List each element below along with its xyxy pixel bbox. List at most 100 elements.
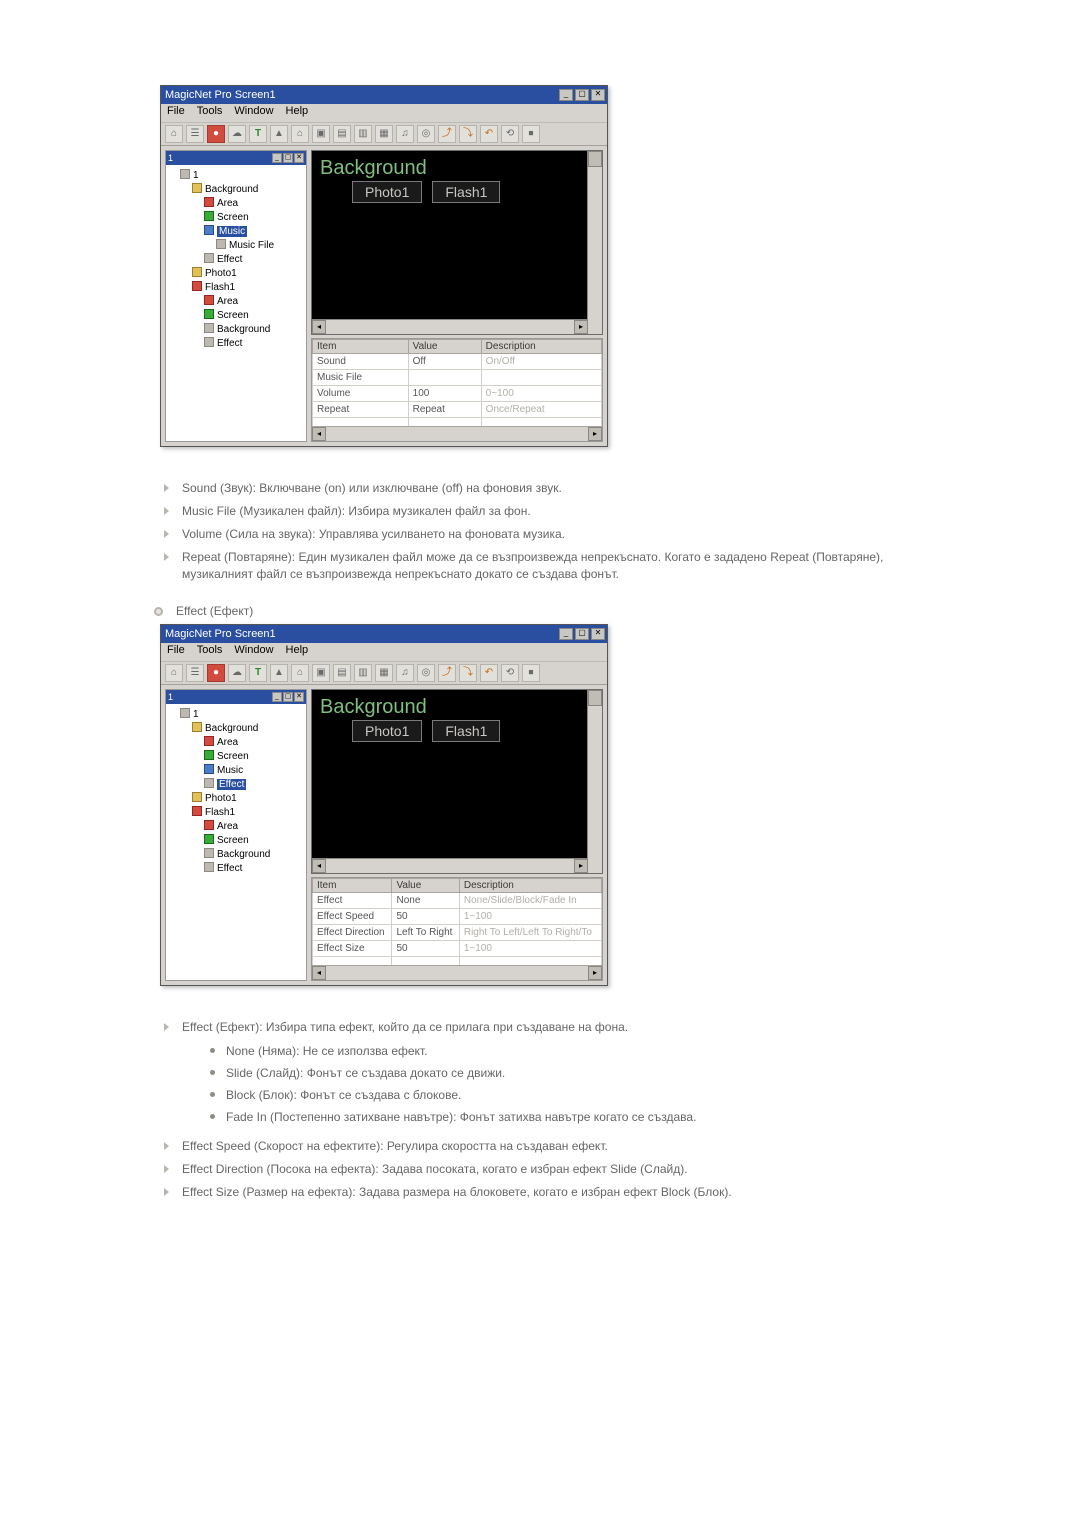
minimize-icon[interactable]: _ [559, 628, 573, 640]
toolbar-icon[interactable]: ☰ [186, 125, 204, 143]
toolbar-icon[interactable]: ▦ [375, 125, 393, 143]
toolbar-stop-icon[interactable]: ⏹ [522, 125, 540, 143]
preview-tab[interactable]: Photo1 [352, 720, 422, 742]
tree-item[interactable]: Background [205, 723, 258, 734]
maximize-icon[interactable]: ▢ [575, 628, 589, 640]
toolbar-icon[interactable]: ⌂ [165, 125, 183, 143]
grid-row[interactable]: Sound Off On/Off [313, 354, 602, 370]
grid-scrollbar[interactable]: ◂ ▸ [312, 426, 602, 441]
toolbar-icon[interactable]: ▥ [354, 664, 372, 682]
toolbar-icon[interactable]: ⤴ [438, 125, 456, 143]
toolbar-icon[interactable]: ⤵ [459, 125, 477, 143]
tree-item[interactable]: Background [217, 849, 270, 860]
menu-tools[interactable]: Tools [197, 105, 223, 121]
tree-item[interactable]: Music File [229, 240, 274, 251]
vertical-scrollbar[interactable] [587, 690, 602, 873]
menu-help[interactable]: Help [286, 105, 309, 121]
toolbar-icon[interactable]: ▤ [333, 664, 351, 682]
grid-row[interactable]: Effect None None/Slide/Block/Fade In [313, 893, 602, 909]
menu-help[interactable]: Help [286, 644, 309, 660]
toolbar-icon[interactable]: ▣ [312, 125, 330, 143]
grid-header[interactable]: Value [408, 340, 481, 354]
tree-item[interactable]: Flash1 [205, 807, 235, 818]
minimize-icon[interactable]: _ [559, 89, 573, 101]
panel-minimize-icon[interactable]: _ [272, 692, 282, 702]
toolbar-refresh-icon[interactable]: ⟲ [501, 125, 519, 143]
tree-item[interactable]: Music [217, 765, 243, 776]
panel-close-icon[interactable]: ✕ [294, 153, 304, 163]
toolbar-icon[interactable]: ◎ [417, 664, 435, 682]
tree-item[interactable]: Screen [217, 835, 249, 846]
tree-item[interactable]: Background [205, 184, 258, 195]
toolbar-icon[interactable]: ▤ [333, 125, 351, 143]
grid-row[interactable]: Effect Speed 50 1~100 [313, 909, 602, 925]
tree-item[interactable]: Effect [217, 254, 242, 265]
toolbar-undo-icon[interactable]: ↶ [480, 664, 498, 682]
tree-item[interactable]: Photo1 [205, 268, 237, 279]
vertical-scrollbar[interactable] [587, 151, 602, 334]
toolbar-refresh-icon[interactable]: ⟲ [501, 664, 519, 682]
grid-row[interactable]: Repeat Repeat Once/Repeat [313, 402, 602, 418]
scroll-left-icon[interactable]: ◂ [312, 320, 326, 334]
toolbar-icon[interactable]: ▲ [270, 125, 288, 143]
toolbar-icon[interactable]: ▣ [312, 664, 330, 682]
toolbar-text-icon[interactable]: T [249, 125, 267, 143]
tree-item[interactable]: Effect [217, 338, 242, 349]
grid-header[interactable]: Item [313, 879, 392, 893]
tree-item-selected[interactable]: Effect [217, 779, 246, 790]
panel-maximize-icon[interactable]: ▢ [283, 692, 293, 702]
scroll-left-icon[interactable]: ◂ [312, 859, 326, 873]
horizontal-scrollbar[interactable]: ◂ ▸ [312, 319, 588, 334]
grid-row[interactable]: Volume 100 0~100 [313, 386, 602, 402]
menu-window[interactable]: Window [234, 644, 273, 660]
toolbar-icon[interactable]: ☁ [228, 664, 246, 682]
preview-tab[interactable]: Flash1 [432, 181, 500, 203]
menu-window[interactable]: Window [234, 105, 273, 121]
tree-item[interactable]: Screen [217, 310, 249, 321]
toolbar-music-icon[interactable]: ♫ [396, 664, 414, 682]
tree-item[interactable]: Screen [217, 212, 249, 223]
grid-scrollbar[interactable]: ◂ ▸ [312, 965, 602, 980]
scroll-right-icon[interactable]: ▸ [574, 859, 588, 873]
maximize-icon[interactable]: ▢ [575, 89, 589, 101]
toolbar-icon[interactable]: ▦ [375, 664, 393, 682]
tree[interactable]: 1 Background Area Screen Music Music Fil… [166, 165, 306, 355]
toolbar-icon[interactable]: ▲ [270, 664, 288, 682]
panel-close-icon[interactable]: ✕ [294, 692, 304, 702]
toolbar-text-icon[interactable]: T [249, 664, 267, 682]
preview-tab[interactable]: Flash1 [432, 720, 500, 742]
preview-tab[interactable]: Photo1 [352, 181, 422, 203]
scroll-left-icon[interactable]: ◂ [312, 427, 326, 441]
toolbar-icon[interactable]: ⌂ [291, 125, 309, 143]
panel-maximize-icon[interactable]: ▢ [283, 153, 293, 163]
tree-item[interactable]: Area [217, 296, 238, 307]
grid-header[interactable]: Description [481, 340, 601, 354]
scroll-right-icon[interactable]: ▸ [574, 320, 588, 334]
toolbar-icon[interactable]: ● [207, 125, 225, 143]
toolbar-icon[interactable]: ☁ [228, 125, 246, 143]
tree[interactable]: 1 Background Area Screen Music Effect [166, 704, 306, 880]
tree-item[interactable]: Area [217, 737, 238, 748]
scroll-right-icon[interactable]: ▸ [588, 966, 602, 980]
grid-row[interactable]: Effect Size 50 1~100 [313, 941, 602, 957]
tree-item[interactable]: Area [217, 198, 238, 209]
menu-file[interactable]: File [167, 644, 185, 660]
toolbar-undo-icon[interactable]: ↶ [480, 125, 498, 143]
toolbar-icon[interactable]: ⌂ [165, 664, 183, 682]
tree-item[interactable]: 1 [193, 170, 199, 181]
grid-row[interactable]: Music File [313, 370, 602, 386]
menu-file[interactable]: File [167, 105, 185, 121]
grid-header[interactable]: Value [392, 879, 459, 893]
toolbar-icon[interactable]: ⤴ [438, 664, 456, 682]
panel-minimize-icon[interactable]: _ [272, 153, 282, 163]
tree-item[interactable]: Effect [217, 863, 242, 874]
toolbar-icon[interactable]: ⤵ [459, 664, 477, 682]
horizontal-scrollbar[interactable]: ◂ ▸ [312, 858, 588, 873]
grid-header[interactable]: Item [313, 340, 409, 354]
tree-item[interactable]: Screen [217, 751, 249, 762]
scroll-left-icon[interactable]: ◂ [312, 966, 326, 980]
tree-item-selected[interactable]: Music [217, 226, 247, 237]
tree-item[interactable]: 1 [193, 709, 199, 720]
close-icon[interactable]: ✕ [591, 89, 605, 101]
tree-item[interactable]: Flash1 [205, 282, 235, 293]
